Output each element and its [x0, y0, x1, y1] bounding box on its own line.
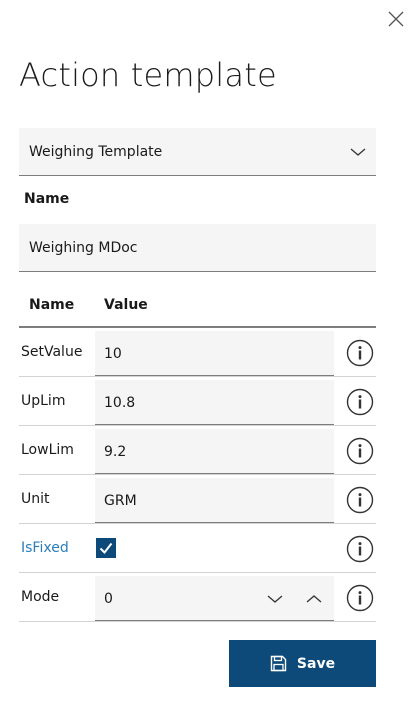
table-row: Unit [19, 475, 376, 524]
table-row: SetValue [19, 328, 376, 377]
info-icon [346, 584, 374, 612]
param-value-field [95, 429, 334, 474]
unit-input[interactable] [95, 478, 334, 522]
chevron-down-icon [340, 128, 376, 175]
lowlim-input[interactable] [95, 429, 334, 473]
info-button[interactable] [346, 486, 374, 514]
close-button[interactable] [386, 9, 406, 29]
info-button[interactable] [346, 535, 374, 563]
param-name: SetValue [21, 344, 83, 360]
dialog-title: Action template [19, 56, 277, 94]
name-label: Name [24, 191, 70, 207]
column-header-value: Value [104, 297, 148, 313]
info-icon [346, 339, 374, 367]
param-value-field [95, 478, 334, 523]
info-button[interactable] [346, 339, 374, 367]
info-button[interactable] [346, 388, 374, 416]
info-icon [346, 535, 374, 563]
increment-button[interactable] [295, 576, 335, 621]
table-row: Mode [19, 573, 376, 622]
info-icon [346, 437, 374, 465]
info-button[interactable] [346, 584, 374, 612]
setvalue-input[interactable] [95, 331, 334, 375]
info-button[interactable] [346, 437, 374, 465]
info-icon [346, 486, 374, 514]
uplim-input[interactable] [95, 380, 334, 424]
table-header: Name Value [19, 288, 376, 328]
param-name: Unit [21, 491, 50, 507]
decrement-button[interactable] [255, 576, 295, 621]
checkmark-icon [99, 542, 113, 555]
table-row: UpLim [19, 377, 376, 426]
table-row: LowLim [19, 426, 376, 475]
floppy-disk-icon [270, 655, 287, 672]
template-dropdown[interactable]: Weighing Template [19, 128, 376, 176]
template-dropdown-value: Weighing Template [29, 143, 163, 160]
chevron-up-icon [306, 594, 322, 602]
info-icon [346, 388, 374, 416]
param-name: LowLim [21, 442, 74, 458]
param-value-field [95, 331, 334, 376]
column-header-name: Name [29, 297, 75, 313]
save-button-label: Save [296, 655, 336, 672]
chevron-down-icon [267, 595, 283, 603]
name-input[interactable] [19, 224, 376, 272]
isfixed-checkbox[interactable] [96, 538, 116, 558]
table-row: IsFixed [19, 524, 376, 573]
param-name: Mode [21, 589, 60, 605]
param-name: UpLim [21, 393, 66, 409]
param-value-field [95, 380, 334, 425]
param-name[interactable]: IsFixed [21, 540, 69, 556]
parameters-table: Name Value SetValue UpLim LowLim Unit [19, 288, 376, 622]
save-button[interactable]: Save [229, 640, 376, 687]
mode-stepper [255, 576, 334, 621]
close-icon [388, 11, 404, 27]
